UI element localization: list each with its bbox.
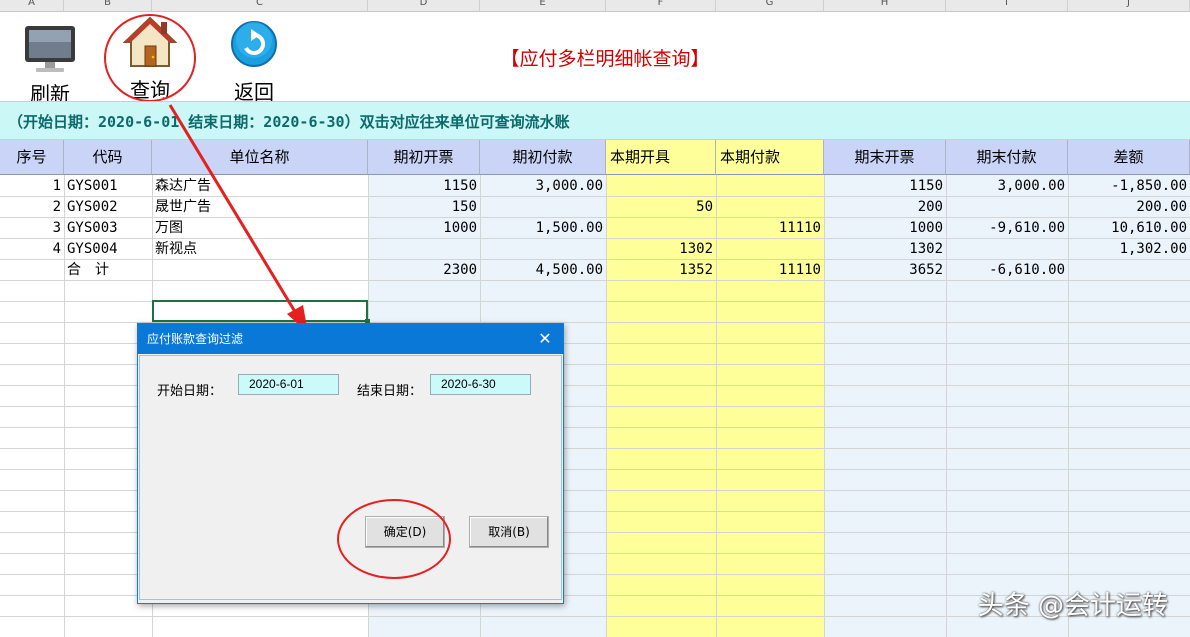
watermark-text: 头条 @会计运转 [977,591,1168,621]
start-date-label: 开始日期： [157,384,223,399]
cell-current-invoice: 1302 [679,241,713,257]
cell-closing-invoice: 1302 [909,241,943,257]
cell-current-invoice [606,218,716,239]
cell-opening-payment [480,239,606,260]
column-letter-i[interactable]: I [946,0,1068,11]
start-date-input[interactable]: 2020-6-01 [238,374,339,395]
cancel-button[interactable]: 取消(B) [469,516,549,548]
back-button[interactable]: 返回 [222,20,286,104]
cell-opening-invoice [368,239,480,260]
cell-difference: 1,302.00 [1119,241,1187,257]
cell-closing-payment: 3,000.00 [997,178,1065,194]
monitor-icon [25,26,75,72]
back-arrow-icon [231,21,277,67]
cell-opening-invoice: 150 [451,199,477,215]
header-current-payment: 本期付款 [716,140,824,175]
cell-difference: -1,850.00 [1111,178,1187,194]
header-code: 代码 [64,140,152,175]
total-label: 合 计 [67,262,109,278]
header-difference: 差额 [1068,140,1190,175]
ok-highlight-circle [337,499,451,579]
cell-code: GYS001 [67,178,118,194]
cell-difference: 200.00 [1136,199,1187,215]
cell-seq: 3 [52,220,61,236]
cell-seq: 2 [52,199,61,215]
cell-opening-invoice: 1000 [443,220,477,236]
dialog-title-bar[interactable]: 应付账款查询过滤 ✕ [138,324,563,354]
header-opening-invoice: 期初开票 [368,140,480,175]
close-icon[interactable]: ✕ [535,324,555,354]
column-header-bar: A B C D E F G H I J [0,0,1190,12]
query-highlight-circle [104,14,196,102]
cell-opening-payment: 1,500.00 [535,220,603,236]
column-letter-e[interactable]: E [480,0,606,11]
column-letter-j[interactable]: J [1068,0,1190,11]
cell-opening-invoice: 1150 [443,178,477,194]
cell-closing-invoice: 1000 [909,220,943,236]
cell-code: GYS004 [67,241,118,257]
header-opening-payment: 期初付款 [480,140,606,175]
total-closing-invoice: 3652 [909,262,943,278]
column-letter-f[interactable]: F [606,0,716,11]
cell-current-payment [716,176,824,197]
total-opening-payment: 4,500.00 [535,262,603,278]
cell-code: GYS002 [67,199,118,215]
refresh-button[interactable]: 刷新 [18,24,82,106]
total-closing-payment: -6,610.00 [989,262,1065,278]
report-title: 【应付多栏明细帐查询】 [500,48,710,70]
cell-current-invoice [606,176,716,197]
end-date-label: 结束日期： [357,384,423,399]
dialog-title: 应付账款查询过滤 [147,332,244,346]
cell-opening-payment: 3,000.00 [535,178,603,194]
column-letter-b[interactable]: B [64,0,152,11]
column-letter-h[interactable]: H [824,0,946,11]
total-current-invoice: 1352 [679,262,713,278]
cell-closing-payment [946,239,1068,260]
cell-closing-payment [946,197,1068,218]
cell-closing-payment: -9,610.00 [989,220,1065,236]
cell-closing-invoice: 1150 [909,178,943,194]
cell-seq: 1 [52,178,61,194]
cell-difference: 10,610.00 [1111,220,1187,236]
column-letter-d[interactable]: D [368,0,480,11]
cell-current-payment [716,197,824,218]
total-current-payment: 11110 [778,262,821,278]
cell-code: GYS003 [67,220,118,236]
column-letter-c[interactable]: C [152,0,368,11]
cell-closing-invoice: 200 [917,199,943,215]
header-current-invoice: 本期开具 [606,140,716,175]
cell-current-payment: 11110 [778,220,821,236]
header-closing-payment: 期末付款 [946,140,1068,175]
column-letter-a[interactable]: A [0,0,64,11]
annotation-arrow [168,104,308,333]
column-letter-g[interactable]: G [716,0,824,11]
cell-current-invoice: 50 [696,199,713,215]
end-date-input[interactable]: 2020-6-30 [430,374,531,395]
cell-current-payment [716,239,824,260]
header-closing-invoice: 期末开票 [824,140,946,175]
cell-opening-payment [480,197,606,218]
total-opening-invoice: 2300 [443,262,477,278]
header-seq: 序号 [0,140,64,175]
cell-seq: 4 [52,241,61,257]
